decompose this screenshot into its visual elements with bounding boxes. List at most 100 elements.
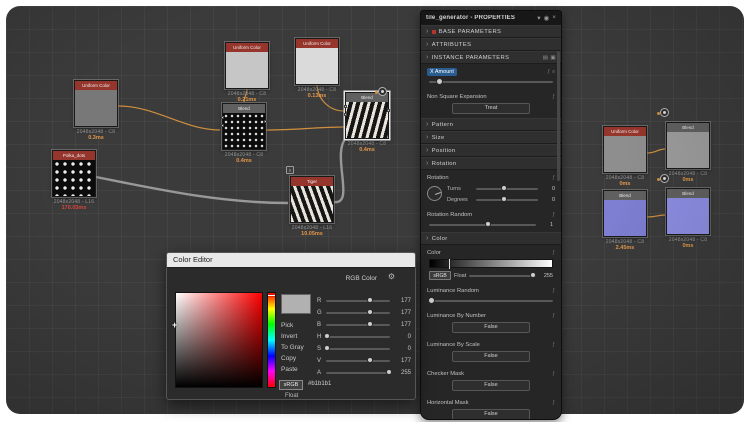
color-mode-label[interactable]: RGB Color: [346, 275, 377, 282]
output-pin[interactable]: [387, 109, 390, 112]
wire[interactable]: [96, 177, 288, 203]
node-tiger[interactable]: ≡ Tiger 2048x2048 - L16 10.05ms: [290, 176, 334, 237]
node-polka-dots[interactable]: Polka_dots 2048x2048 - L16 170.03ms: [52, 150, 96, 211]
false-toggle-button[interactable]: False: [452, 409, 530, 420]
node-thumbnail[interactable]: [667, 198, 709, 234]
false-toggle-button[interactable]: False: [452, 322, 530, 333]
channel-slider[interactable]: [326, 296, 390, 305]
slider-handle[interactable]: [367, 309, 373, 315]
section-color[interactable]: › Color: [421, 232, 561, 245]
saturation-value-picker[interactable]: +: [175, 292, 263, 388]
node-uniform-color-3[interactable]: Uniform Color 2048x2048 - C8 0.13ms: [295, 38, 339, 99]
slider-handle[interactable]: [501, 196, 507, 202]
node-thumbnail[interactable]: [226, 52, 268, 88]
hue-strip[interactable]: [267, 292, 276, 388]
section-attributes[interactable]: › ATTRIBUTES: [421, 38, 561, 51]
slider-handle[interactable]: [501, 185, 507, 191]
slider-handle[interactable]: [324, 333, 330, 339]
input-pin[interactable]: [344, 105, 347, 108]
node-thumbnail[interactable]: [291, 186, 333, 222]
node-thumbnail[interactable]: [223, 113, 265, 149]
node-blend-2-selected[interactable]: Blend 2048x2048 - C8 0.4ms: [345, 92, 389, 153]
output-badge-icon[interactable]: [660, 108, 669, 117]
node-blend-1[interactable]: Blend 2048x2048 - C8 0.4ms: [222, 103, 266, 164]
node-thumbnail[interactable]: [53, 160, 95, 196]
fx-icon[interactable]: ƒ: [552, 371, 555, 377]
node-thumbnail[interactable]: [346, 102, 388, 138]
wire[interactable]: [266, 127, 344, 130]
channel-slider[interactable]: [326, 356, 390, 365]
paste-button[interactable]: Paste: [281, 366, 298, 373]
panel-close-icon[interactable]: ×: [552, 14, 556, 22]
luminance-random-slider[interactable]: [429, 295, 553, 306]
channel-slider[interactable]: [326, 320, 390, 329]
turns-slider[interactable]: [476, 184, 538, 193]
fx-icon[interactable]: ƒ: [552, 342, 555, 348]
slider-handle[interactable]: [367, 297, 373, 303]
node-uniform-color-4[interactable]: Uniform Color 2048x2048 - C8 0ms: [603, 126, 647, 187]
turns-value[interactable]: 0: [541, 186, 555, 192]
node-blend-4[interactable]: Blend 2048x2048 - C8 2.45ms: [603, 190, 647, 251]
false-toggle-button[interactable]: False: [452, 380, 530, 391]
node-thumbnail[interactable]: [604, 200, 646, 236]
fx-icon[interactable]: ƒ: [552, 250, 555, 256]
panel-pin-icon[interactable]: ◉: [544, 14, 550, 22]
srgb-toggle[interactable]: sRGB: [279, 380, 303, 390]
node-blend-5[interactable]: Blend 2048x2048 - C8 0ms: [666, 188, 710, 249]
gradient-marker[interactable]: [448, 258, 451, 270]
output-badge-icon[interactable]: [378, 87, 387, 96]
x-amount-slider[interactable]: [429, 76, 553, 87]
section-base-parameters[interactable]: › BASE PARAMETERS: [421, 25, 561, 38]
slider-handle[interactable]: [386, 369, 392, 375]
channel-value[interactable]: 255: [393, 370, 411, 376]
copy-button[interactable]: Copy: [281, 355, 296, 362]
treat-button[interactable]: Treat: [452, 103, 530, 114]
node-uniform-color-2[interactable]: Uniform Color 2048x2048 - C8 0.21ms: [225, 42, 269, 103]
channel-slider[interactable]: [326, 332, 390, 341]
node-thumbnail[interactable]: [604, 136, 646, 172]
slider-handle[interactable]: [436, 78, 443, 85]
channel-value[interactable]: 0: [393, 334, 411, 340]
slider-handle[interactable]: [428, 297, 435, 304]
node-thumbnail[interactable]: [296, 48, 338, 84]
wire[interactable]: [118, 106, 220, 130]
rotation-dial[interactable]: [427, 186, 442, 201]
slider-handle[interactable]: [485, 221, 491, 227]
preset-grid-icon[interactable]: ▣: [550, 55, 556, 61]
section-rotation[interactable]: › Rotation: [421, 157, 561, 170]
channel-slider[interactable]: [326, 308, 390, 317]
channel-value[interactable]: 177: [393, 298, 411, 304]
input-pin[interactable]: [221, 116, 224, 119]
slider-handle[interactable]: [367, 321, 373, 327]
picker-crosshair-icon[interactable]: +: [172, 320, 177, 330]
pick-button[interactable]: Pick: [281, 322, 293, 329]
node-thumbnail[interactable]: [667, 132, 709, 168]
channel-slider[interactable]: [326, 368, 390, 377]
fx-icon[interactable]: ƒ: [552, 175, 555, 181]
fx-icon[interactable]: ƒ: [552, 288, 555, 294]
output-pin[interactable]: [264, 120, 267, 123]
wire[interactable]: [647, 149, 665, 153]
node-thumbnail[interactable]: [75, 90, 117, 126]
degrees-value[interactable]: 0: [541, 197, 555, 203]
slider-handle[interactable]: [324, 345, 330, 351]
options-icon[interactable]: ≡: [552, 69, 555, 75]
float-toggle[interactable]: Float: [454, 273, 466, 279]
channel-value[interactable]: 177: [393, 358, 411, 364]
float-toggle[interactable]: Float: [285, 393, 298, 399]
fx-icon[interactable]: ƒ: [552, 400, 555, 406]
input-pin[interactable]: [221, 124, 224, 127]
section-instance-parameters[interactable]: › INSTANCE PARAMETERS ▤ ▣: [421, 51, 561, 64]
preset-page-icon[interactable]: ▤: [543, 55, 549, 61]
channel-value[interactable]: 177: [393, 310, 411, 316]
srgb-toggle[interactable]: sRGB: [429, 271, 451, 280]
section-pattern[interactable]: › Pattern: [421, 118, 561, 131]
color-value[interactable]: 255: [539, 273, 553, 279]
properties-titlebar[interactable]: tile_generator - PROPERTIES ▾ ◉ ×: [421, 11, 561, 25]
rotation-random-slider[interactable]: [429, 220, 536, 229]
fx-icon[interactable]: ƒ: [552, 313, 555, 319]
color-options-gear-icon[interactable]: ⚙: [388, 272, 395, 281]
node-blend-3[interactable]: Blend 2048x2048 - C8 0ms: [666, 122, 710, 183]
scrollbar[interactable]: [557, 51, 560, 181]
node-uniform-color-1[interactable]: Uniform Color 2048x2048 - C8 0.3ms: [74, 80, 118, 141]
